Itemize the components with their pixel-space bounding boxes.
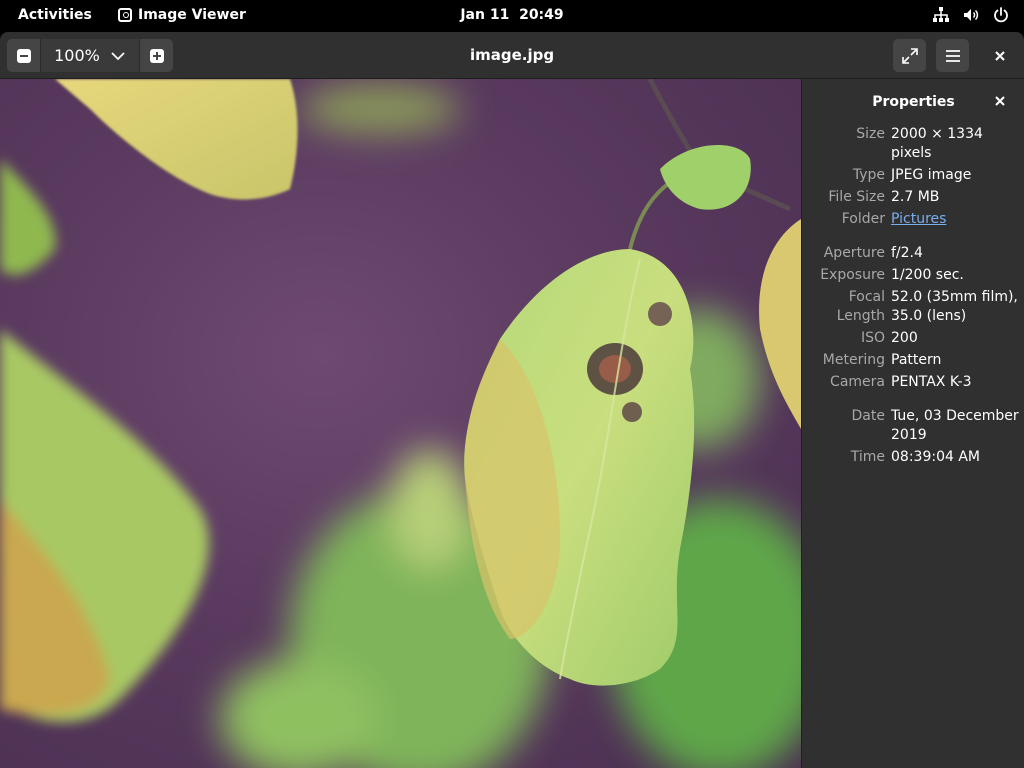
top-bar: Activities Image Viewer Jan 11 20:49	[0, 0, 1024, 32]
header-bar: 100% image.jpg	[0, 32, 1024, 79]
property-key: Focal Length	[836, 289, 885, 324]
property-row-aperture: Aperture f/2.4	[802, 244, 1024, 263]
sidebar-close-icon[interactable]	[994, 95, 1006, 107]
window-close-button[interactable]	[983, 39, 1016, 72]
property-key: Metering	[822, 352, 885, 368]
clock-date: Jan 11	[460, 7, 510, 23]
property-key: Date	[851, 408, 885, 424]
property-row-date: Date Tue, 03 December 2019	[802, 407, 1024, 445]
property-key: Aperture	[823, 245, 885, 261]
property-value: 2000 × 1334 pixels	[891, 126, 983, 161]
property-value: PENTAX K-3	[891, 374, 972, 390]
property-value: 200	[891, 330, 918, 346]
property-key: Size	[856, 126, 885, 142]
activities-button[interactable]: Activities	[18, 7, 92, 23]
property-row-time: Time 08:39:04 AM	[802, 448, 1024, 467]
image-viewer-icon	[118, 8, 132, 22]
property-key: Type	[852, 167, 885, 183]
folder-link[interactable]: Pictures	[891, 210, 1021, 229]
property-key: File Size	[828, 189, 885, 205]
property-value: 52.0 (35mm film), 35.0 (lens)	[891, 289, 1018, 324]
fullscreen-icon	[901, 47, 918, 64]
properties-title: Properties	[872, 94, 955, 110]
clock-button[interactable]: Jan 11 20:49	[460, 7, 563, 23]
image-canvas[interactable]	[0, 79, 801, 768]
property-value: Pattern	[891, 352, 942, 368]
property-value: 08:39:04 AM	[891, 449, 980, 465]
close-icon	[994, 50, 1005, 61]
property-row-folder: Folder Pictures	[802, 210, 1024, 229]
property-value: Tue, 03 December 2019	[891, 408, 1019, 443]
property-key: Time	[850, 449, 885, 465]
property-row-camera: Camera PENTAX K-3	[802, 373, 1024, 392]
property-row-size: Size 2000 × 1334 pixels	[802, 125, 1024, 163]
property-row-metering: Metering Pattern	[802, 351, 1024, 370]
property-row-file-size: File Size 2.7 MB	[802, 188, 1024, 207]
property-row-exposure: Exposure 1/200 sec.	[802, 266, 1024, 285]
property-key: Exposure	[820, 267, 885, 283]
fullscreen-button[interactable]	[893, 39, 926, 72]
window-title: image.jpg	[469, 46, 555, 64]
properties-list: Size 2000 × 1334 pixels Type JPEG image Fi…	[802, 125, 1024, 470]
properties-sidebar: Properties Size 2000 × 1334 pixels Type JP…	[801, 79, 1024, 768]
clock-time: 20:49	[519, 7, 564, 23]
main-menu-button[interactable]	[936, 39, 969, 72]
property-value: JPEG image	[891, 167, 972, 183]
property-row-focal-length: Focal Length 52.0 (35mm film), 35.0 (lens…	[802, 288, 1024, 326]
property-row-iso: ISO 200	[802, 329, 1024, 348]
network-icon	[933, 7, 949, 22]
system-tray[interactable]	[932, 6, 1010, 24]
property-key: Folder	[841, 211, 885, 227]
property-key: Camera	[830, 374, 885, 390]
property-value: f/2.4	[891, 245, 923, 261]
app-menu[interactable]: Image Viewer	[118, 7, 246, 23]
app-menu-label: Image Viewer	[138, 7, 246, 23]
property-key: ISO	[860, 330, 885, 346]
hamburger-menu-icon	[945, 49, 960, 62]
property-value: 2.7 MB	[891, 189, 940, 205]
property-row-type: Type JPEG image	[802, 166, 1024, 185]
property-value: 1/200 sec.	[891, 267, 964, 283]
power-icon	[994, 7, 1008, 23]
photo-leaves-picture	[0, 79, 801, 768]
volume-icon	[964, 9, 979, 21]
